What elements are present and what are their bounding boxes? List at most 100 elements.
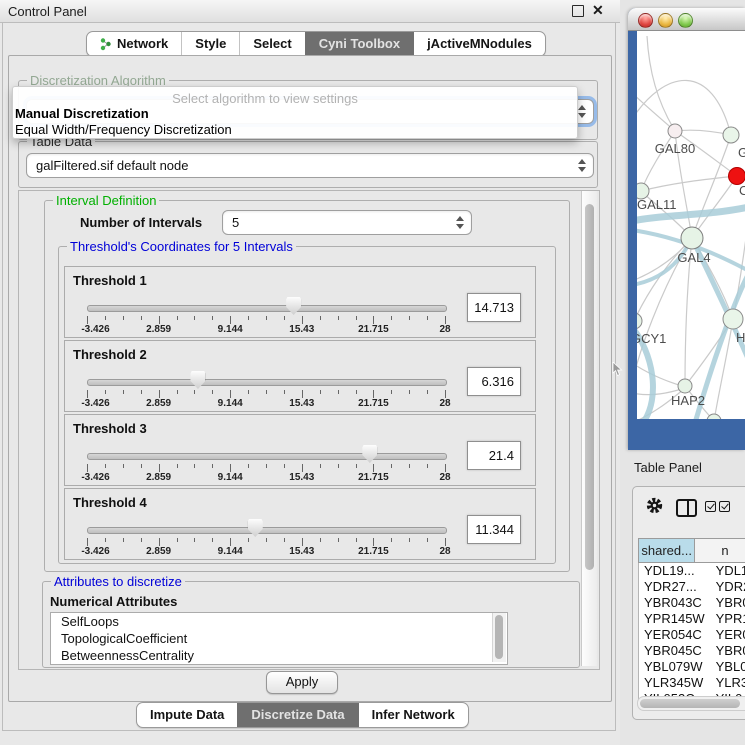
table-horizontal-scrollbar[interactable] <box>637 696 745 711</box>
attribute-item-topologicalcoefficient[interactable]: TopologicalCoefficient <box>51 630 507 647</box>
slider-tick-labels: -3.4262.8599.14415.4321.71528 <box>87 398 445 410</box>
tick-label: 15.43 <box>289 472 314 483</box>
network-node[interactable] <box>723 127 739 143</box>
network-edge[interactable] <box>641 176 737 191</box>
gear-icon[interactable] <box>646 497 663 514</box>
table-data-combobox[interactable]: galFiltered.sif default node <box>26 153 594 178</box>
threshold-label: Threshold 4 <box>73 495 147 510</box>
network-window-titlebar[interactable] <box>628 8 745 31</box>
network-edge[interactable] <box>641 131 675 191</box>
cell-shared-name: YER054C <box>639 627 709 643</box>
number-of-intervals-label: Number of Intervals <box>80 215 202 230</box>
threshold-2-value-field[interactable]: 6.316 <box>467 367 521 396</box>
float-window-icon[interactable] <box>572 5 584 17</box>
network-node[interactable] <box>729 168 745 185</box>
threshold-2-box: Threshold 2-3.4262.8599.14415.4321.71528… <box>64 340 536 412</box>
table-row[interactable]: YBL079WYBL0 <box>639 659 745 675</box>
dropdown-option-manual-discretization[interactable]: Manual Discretization <box>15 106 149 121</box>
tick-label: 2.859 <box>146 398 171 409</box>
node-attribute-table: shared... n YDL19...YDL1YDR27...YDR2YBR0… <box>638 538 745 702</box>
tick-label: 21.715 <box>358 546 389 557</box>
combo-arrows-icon[interactable] <box>577 158 586 173</box>
combo-arrows-icon[interactable] <box>455 215 464 230</box>
dropdown-option-equal-width-frequency[interactable]: Equal Width/Frequency Discretization <box>15 122 232 137</box>
checkbox-icon[interactable] <box>719 501 730 512</box>
table-row[interactable]: YBR045CYBR0 <box>639 643 745 659</box>
threshold-4-value-field[interactable]: 11.344 <box>467 515 521 544</box>
network-canvas[interactable]: GAL80GACGAL11GAL4GCY1HHAP2 <box>637 31 745 419</box>
threshold-3-slider-track[interactable] <box>87 453 447 460</box>
column-header-shared-name[interactable]: shared... <box>638 538 695 563</box>
numerical-attributes-label: Numerical Attributes <box>50 594 177 609</box>
table-row[interactable]: YDR27...YDR2 <box>639 579 745 595</box>
cell-shared-name: YPR145W <box>639 611 709 627</box>
number-of-intervals-combobox[interactable]: 5 <box>222 210 472 235</box>
attribute-item-betweennesscentrality[interactable]: BetweennessCentrality <box>51 647 507 664</box>
threshold-1-value-field[interactable]: 14.713 <box>467 293 521 322</box>
node-label-ga: GA <box>738 145 745 160</box>
dropdown-hint: Select algorithm to view settings <box>13 91 517 106</box>
control-panel-title: Control Panel <box>8 4 87 19</box>
table-row[interactable]: YBR043CYBR0 <box>639 595 745 611</box>
tab-style[interactable]: Style <box>181 32 239 56</box>
cell-name: YDL1 <box>709 563 745 579</box>
network-node[interactable] <box>723 309 743 329</box>
split-columns-icon[interactable] <box>676 499 697 517</box>
tick-label: -3.426 <box>81 324 109 335</box>
tick-label: 15.43 <box>289 398 314 409</box>
tab-jactivemnodules[interactable]: jActiveMNodules <box>413 32 545 56</box>
network-edge[interactable] <box>692 135 731 238</box>
minimize-traffic-light-icon[interactable] <box>658 13 673 28</box>
checkbox-icon[interactable] <box>705 501 716 512</box>
combo-arrows-icon[interactable] <box>577 104 586 119</box>
threshold-3-slider-thumb[interactable] <box>362 445 377 463</box>
tab-discretize-data[interactable]: Discretize Data <box>237 703 357 727</box>
attributes-list-scrollbar[interactable] <box>492 613 506 662</box>
network-edge[interactable] <box>637 93 675 131</box>
table-row[interactable]: YPR145WYPR1 <box>639 611 745 627</box>
network-node[interactable] <box>681 227 703 249</box>
network-icon <box>100 38 112 51</box>
tab-cyni-toolbox[interactable]: Cyni Toolbox <box>305 32 413 56</box>
table-row[interactable]: YLR345WYLR3 <box>639 675 745 691</box>
close-icon[interactable]: ✕ <box>592 2 604 19</box>
threshold-4-slider-thumb[interactable] <box>248 519 263 537</box>
scrollbar-thumb[interactable] <box>495 615 503 659</box>
close-traffic-light-icon[interactable] <box>638 13 653 28</box>
settings-vertical-scrollbar[interactable] <box>581 191 597 666</box>
tick-label: 21.715 <box>358 472 389 483</box>
tab-impute-data[interactable]: Impute Data <box>137 703 237 727</box>
tick-label: 9.144 <box>218 472 243 483</box>
network-node[interactable] <box>637 313 642 329</box>
tick-label: 28 <box>439 546 450 557</box>
threshold-1-slider-track[interactable] <box>87 305 447 312</box>
network-node[interactable] <box>668 124 682 138</box>
tab-select[interactable]: Select <box>239 32 304 56</box>
control-panel-titlebar: Control Panel ✕ <box>0 0 620 23</box>
network-node[interactable] <box>678 379 692 393</box>
tab-infer-network[interactable]: Infer Network <box>358 703 468 727</box>
tick-label: -3.426 <box>81 398 109 409</box>
threshold-label: Threshold 1 <box>73 273 147 288</box>
network-edge[interactable] <box>637 80 731 135</box>
threshold-4-slider-track[interactable] <box>87 527 447 534</box>
numerical-attributes-list[interactable]: SelfLoopsTopologicalCoefficientBetweenne… <box>50 612 508 665</box>
table-row[interactable]: YDL19...YDL1 <box>639 563 745 579</box>
scrollbar-thumb[interactable] <box>585 204 594 570</box>
table-row[interactable]: YER054CYER0 <box>639 627 745 643</box>
apply-button[interactable]: Apply <box>266 671 338 694</box>
threshold-2-slider-thumb[interactable] <box>190 371 205 389</box>
tick-label: 28 <box>439 324 450 335</box>
threshold-1-slider-thumb[interactable] <box>286 297 301 315</box>
network-edge[interactable] <box>637 363 685 387</box>
tick-label: 9.144 <box>218 324 243 335</box>
slider-tick-labels: -3.4262.8599.14415.4321.71528 <box>87 472 445 484</box>
threshold-2-slider-track[interactable] <box>87 379 447 386</box>
column-header-name[interactable]: n <box>695 538 745 563</box>
cell-name: YDR2 <box>709 579 745 595</box>
scrollbar-thumb[interactable] <box>640 699 740 708</box>
tab-network[interactable]: Network <box>87 32 181 56</box>
zoom-traffic-light-icon[interactable] <box>678 13 693 28</box>
threshold-3-value-field[interactable]: 21.4 <box>467 441 521 470</box>
attribute-item-selfloops[interactable]: SelfLoops <box>51 613 507 630</box>
